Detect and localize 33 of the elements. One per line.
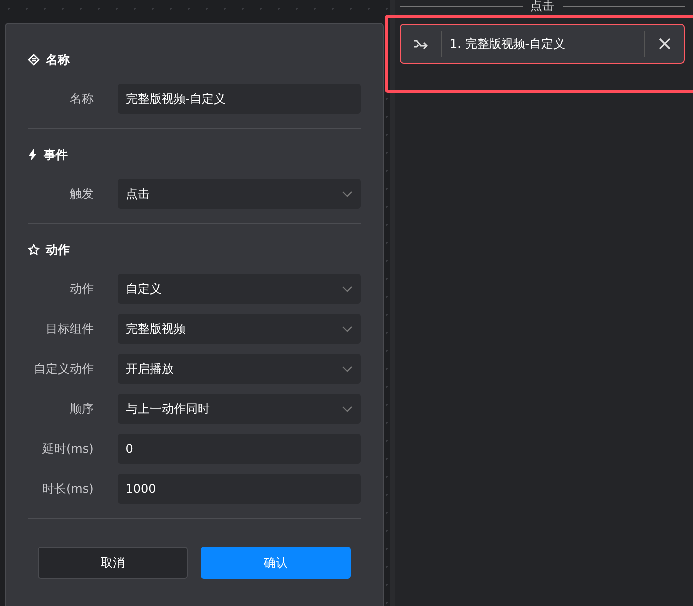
chevron-down-icon: [342, 190, 353, 198]
star-icon: [28, 244, 40, 256]
field-label: 动作: [68, 280, 94, 298]
field-label: 触发: [68, 186, 94, 202]
field-label: 顺序: [68, 400, 94, 418]
chevron-down-icon: [342, 406, 353, 412]
field-label: 目标组件: [44, 320, 94, 338]
cancel-button[interactable]: 取消: [38, 547, 188, 579]
shuffle-arrow-icon: [413, 38, 429, 50]
chevron-down-icon: [342, 286, 353, 292]
diamond-icon: [28, 54, 40, 66]
select-field[interactable]: 与上一动作同时: [118, 394, 361, 424]
close-icon: [658, 38, 670, 50]
field-label: 自定义动作: [32, 360, 94, 378]
field-label: 延时(ms): [41, 440, 94, 458]
chevron-down-icon: [342, 366, 353, 372]
select-field[interactable]: 自定义: [118, 274, 361, 304]
section-title: 事件: [44, 146, 68, 164]
input-field[interactable]: 0: [118, 434, 361, 464]
field-label: 时长(ms): [41, 480, 94, 498]
chevron-down-icon: [342, 326, 353, 332]
select-field[interactable]: 完整版视频: [118, 314, 361, 344]
section-title: 动作: [46, 242, 70, 258]
input-field[interactable]: 完整版视频-自定义: [118, 84, 361, 114]
lightning-icon: [28, 149, 38, 161]
confirm-button[interactable]: 确认: [201, 547, 351, 579]
input-field[interactable]: 1000: [118, 474, 361, 504]
select-field[interactable]: 开启播放: [118, 354, 361, 384]
section-title: 名称: [46, 52, 70, 68]
field-label: 名称: [68, 90, 94, 108]
action-item[interactable]: 1. 完整版视频-自定义: [400, 24, 685, 64]
action-item-label: 1. 完整版视频-自定义: [449, 36, 567, 52]
select-field[interactable]: 点击: [118, 179, 361, 209]
